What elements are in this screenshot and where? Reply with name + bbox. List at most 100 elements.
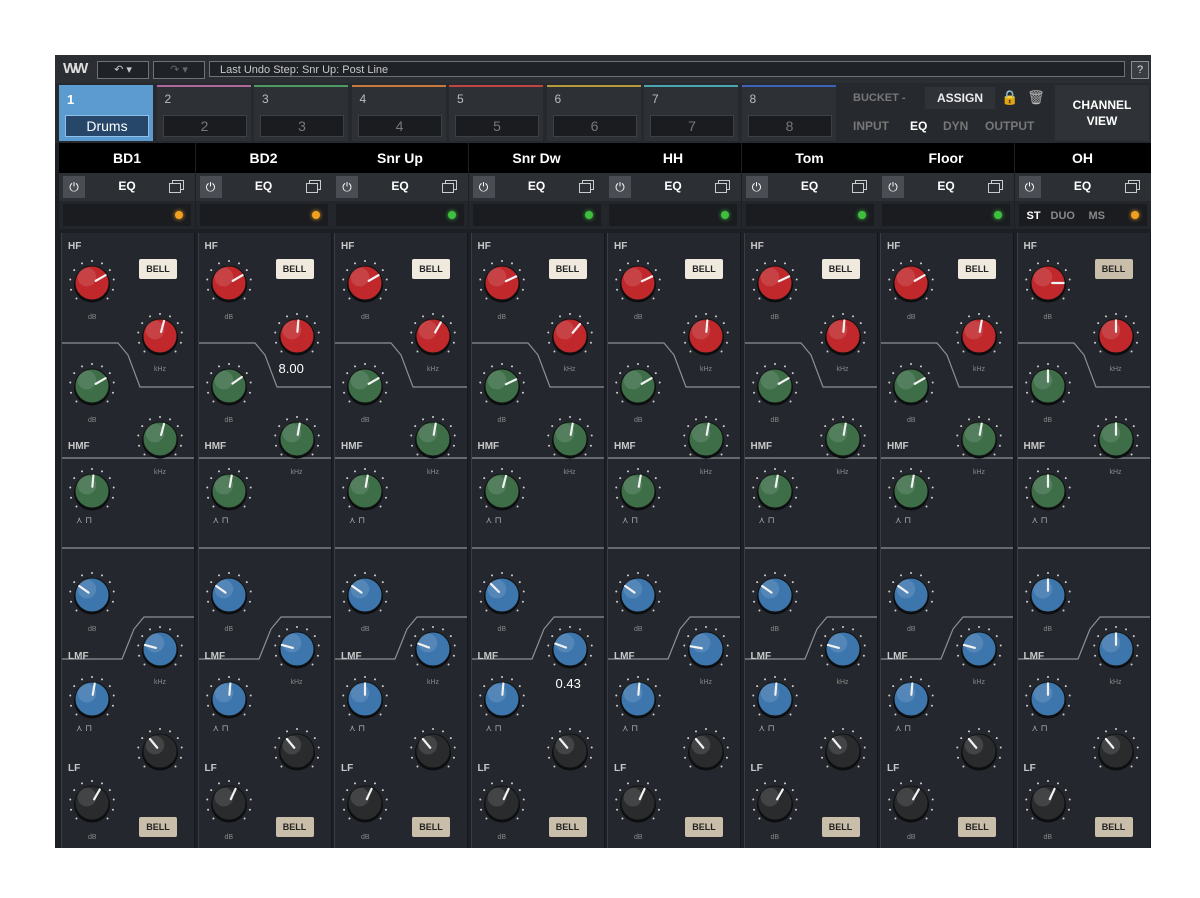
group-tab-7[interactable]: 77 — [644, 85, 738, 141]
lmf-freq-knob[interactable] — [681, 624, 731, 674]
mode-duo[interactable]: DUO — [1051, 210, 1075, 222]
hf-gain-knob[interactable] — [340, 258, 390, 308]
hmf-gain-knob[interactable] — [750, 361, 800, 411]
hmf-freq-knob[interactable] — [135, 414, 185, 464]
lf-freq-knob[interactable] — [954, 726, 1004, 776]
lmf-freq-knob[interactable] — [954, 624, 1004, 674]
lf-gain-knob[interactable] — [1023, 778, 1073, 828]
lmf-freq-knob[interactable] — [272, 624, 322, 674]
power-icon[interactable]: ⏻ — [199, 176, 222, 198]
window-icon[interactable] — [578, 180, 594, 193]
lmf-q-knob[interactable] — [477, 674, 527, 724]
channel-name[interactable]: Snr Up — [332, 143, 468, 173]
lmf-freq-knob[interactable] — [408, 624, 458, 674]
group-name-field[interactable]: Drums — [65, 115, 149, 137]
mode-ms[interactable]: MS — [1089, 210, 1106, 222]
power-icon[interactable]: ⏻ — [882, 176, 904, 198]
channel-view-button[interactable]: CHANNEL VIEW — [1055, 85, 1149, 141]
lmf-gain-knob[interactable] — [340, 570, 390, 620]
channel-name[interactable]: BD2 — [195, 143, 332, 173]
lmf-q-knob[interactable] — [886, 674, 936, 724]
hf-gain-knob[interactable] — [477, 258, 527, 308]
lf-bell-button[interactable]: BELL — [1094, 817, 1133, 837]
lmf-gain-knob[interactable] — [477, 570, 527, 620]
hf-bell-button[interactable]: BELL — [139, 259, 177, 279]
group-name-field[interactable]: 3 — [260, 115, 344, 137]
lmf-gain-knob[interactable] — [67, 570, 117, 620]
lf-bell-button[interactable]: BELL — [275, 817, 314, 837]
lf-freq-knob[interactable] — [1091, 726, 1141, 776]
lf-freq-knob[interactable] — [818, 726, 868, 776]
hf-gain-knob[interactable] — [750, 258, 800, 308]
hmf-gain-knob[interactable] — [886, 361, 936, 411]
hf-bell-button[interactable]: BELL — [412, 259, 450, 279]
hmf-freq-knob[interactable] — [954, 414, 1004, 464]
assign-button[interactable]: ASSIGN — [925, 87, 995, 109]
hf-gain-knob[interactable] — [1023, 258, 1073, 308]
lf-freq-knob[interactable] — [408, 726, 458, 776]
power-icon[interactable]: ⏻ — [609, 176, 631, 198]
group-tab-4[interactable]: 44 — [351, 85, 446, 141]
hmf-freq-knob[interactable] — [681, 414, 731, 464]
lmf-gain-knob[interactable] — [204, 570, 254, 620]
mode-st[interactable]: ST — [1027, 210, 1041, 222]
lf-freq-knob[interactable] — [681, 726, 731, 776]
hf-freq-knob[interactable] — [135, 311, 185, 361]
group-name-field[interactable]: 5 — [455, 115, 539, 137]
lf-freq-knob[interactable] — [135, 726, 185, 776]
hf-freq-knob[interactable] — [1091, 311, 1141, 361]
lmf-gain-knob[interactable] — [1023, 570, 1073, 620]
channel-name[interactable]: Snr Dw — [468, 143, 605, 173]
lmf-freq-knob[interactable] — [135, 624, 185, 674]
lf-gain-knob[interactable] — [340, 778, 390, 828]
channel-name[interactable]: BD1 — [59, 143, 195, 173]
group-name-field[interactable]: 2 — [162, 115, 247, 137]
tab-output[interactable]: OUTPUT — [985, 119, 1034, 133]
hmf-q-knob[interactable] — [750, 466, 800, 516]
hf-freq-knob[interactable] — [408, 311, 458, 361]
hf-freq-knob[interactable] — [954, 311, 1004, 361]
hf-freq-knob[interactable] — [545, 311, 595, 361]
group-tab-3[interactable]: 33 — [254, 85, 348, 141]
channel-name[interactable]: OH — [1014, 143, 1151, 173]
lf-bell-button[interactable]: BELL — [548, 817, 587, 837]
hf-gain-knob[interactable] — [886, 258, 936, 308]
group-tab-6[interactable]: 66 — [546, 85, 641, 141]
hmf-gain-knob[interactable] — [340, 361, 390, 411]
group-tab-8[interactable]: 88 — [741, 85, 836, 141]
hf-freq-knob[interactable] — [681, 311, 731, 361]
window-icon[interactable] — [305, 180, 321, 193]
window-icon[interactable] — [715, 180, 730, 193]
lf-bell-button[interactable]: BELL — [821, 817, 860, 837]
hf-bell-button[interactable]: BELL — [685, 259, 723, 279]
lf-bell-button[interactable]: BELL — [685, 817, 723, 837]
group-tab-2[interactable]: 22 — [156, 85, 251, 141]
lmf-q-knob[interactable] — [1023, 674, 1073, 724]
lf-bell-button[interactable]: BELL — [139, 817, 177, 837]
lmf-q-knob[interactable] — [67, 674, 117, 724]
hf-bell-button[interactable]: BELL — [821, 259, 860, 279]
lf-gain-knob[interactable] — [750, 778, 800, 828]
lmf-gain-knob[interactable] — [613, 570, 663, 620]
lock-icon[interactable]: 🔒 — [1001, 89, 1019, 107]
power-icon[interactable]: ⏻ — [472, 176, 495, 198]
trash-icon[interactable]: 🗑 — [1027, 89, 1045, 107]
hmf-gain-knob[interactable] — [67, 361, 117, 411]
hf-gain-knob[interactable] — [204, 258, 254, 308]
hf-gain-knob[interactable] — [67, 258, 117, 308]
lf-gain-knob[interactable] — [613, 778, 663, 828]
window-icon[interactable] — [169, 180, 184, 193]
lf-freq-knob[interactable] — [545, 726, 595, 776]
hmf-freq-knob[interactable] — [408, 414, 458, 464]
hf-bell-button[interactable]: BELL — [548, 259, 587, 279]
lmf-freq-knob[interactable] — [545, 624, 595, 674]
power-icon[interactable]: ⏻ — [1018, 176, 1041, 198]
group-tab-1[interactable]: 1 Drums — [59, 85, 153, 141]
window-icon[interactable] — [442, 180, 457, 193]
hf-gain-knob[interactable] — [613, 258, 663, 308]
hmf-freq-knob[interactable] — [272, 414, 322, 464]
group-name-field[interactable]: 7 — [650, 115, 734, 137]
channel-name[interactable]: Tom — [741, 143, 878, 173]
redo-button[interactable]: ↷ ▾ — [153, 61, 205, 79]
lf-bell-button[interactable]: BELL — [412, 817, 450, 837]
